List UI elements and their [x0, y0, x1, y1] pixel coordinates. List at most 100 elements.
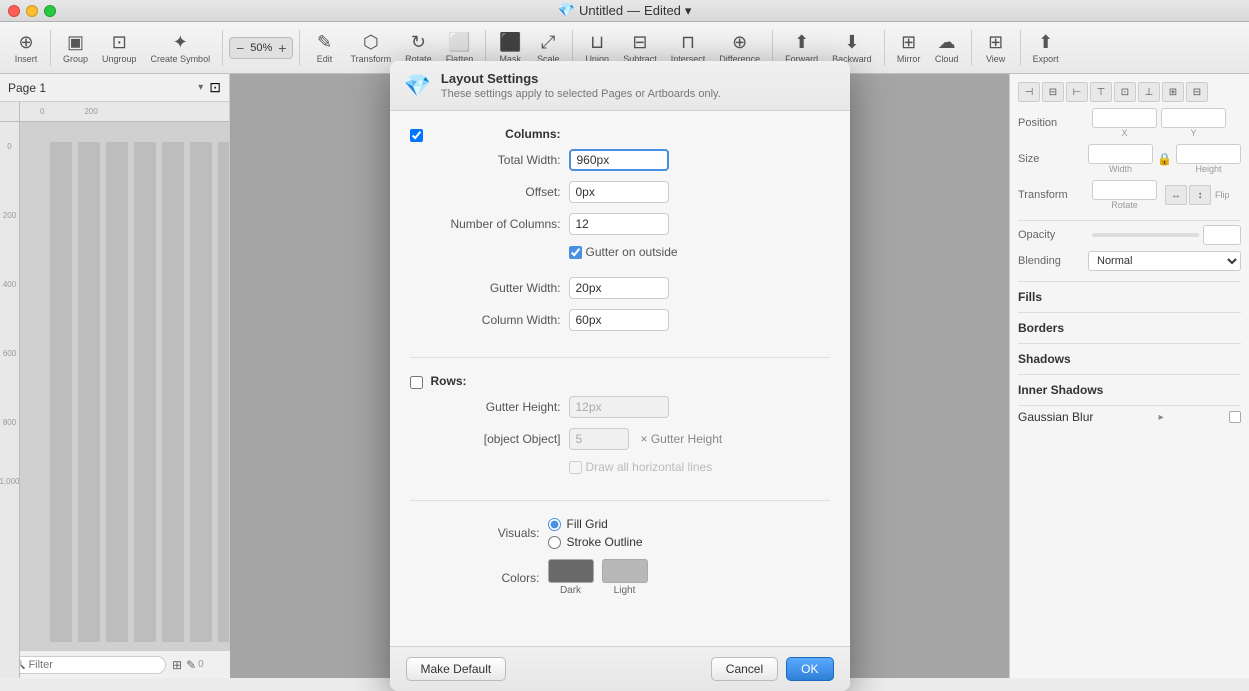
shadows-section[interactable]: Shadows: [1018, 348, 1241, 370]
canvas-area[interactable]: 0200 02004006008001,000: [0, 102, 229, 678]
stroke-outline-radio[interactable]: [548, 536, 561, 549]
align-top-button[interactable]: ⊤: [1090, 82, 1112, 102]
document-edited: —: [627, 3, 640, 18]
columns-checkbox[interactable]: [410, 129, 423, 142]
filter-input[interactable]: [28, 659, 138, 671]
page-menu-icon[interactable]: ▾: [198, 82, 203, 93]
height-label: Height: [1195, 164, 1221, 174]
window-controls[interactable]: [8, 5, 56, 17]
align-bottom-button[interactable]: ⊥: [1138, 82, 1160, 102]
maximize-button[interactable]: [44, 5, 56, 17]
row-height-input[interactable]: [569, 428, 629, 450]
flip-v-button[interactable]: ↕: [1189, 185, 1211, 205]
rotate-input[interactable]: [1092, 180, 1157, 200]
fills-section[interactable]: Fills: [1018, 286, 1241, 308]
draw-horizontal-checkbox[interactable]: [569, 461, 582, 474]
position-row: Position X Y: [1018, 108, 1241, 138]
title-chevron[interactable]: ▾: [685, 3, 692, 19]
make-default-button[interactable]: Make Default: [406, 657, 507, 681]
rows-checkbox[interactable]: [410, 376, 423, 389]
gaussian-blur-label: Gaussian Blur: [1018, 410, 1093, 424]
color-swatches: Dark Light: [548, 559, 648, 596]
distribute-v-button[interactable]: ⊟: [1186, 82, 1208, 102]
columns-fields: Columns: Total Width: Offset:: [431, 127, 830, 341]
opacity-slider[interactable]: [1092, 233, 1199, 237]
toolbar-edit[interactable]: ✎ Edit: [306, 28, 342, 68]
total-width-input[interactable]: [569, 149, 669, 171]
panel-divider-1: [1018, 220, 1241, 221]
stroke-outline-label: Stroke Outline: [567, 535, 643, 549]
dark-color-swatch[interactable]: [548, 559, 594, 583]
modal-action-buttons: Cancel OK: [711, 657, 834, 681]
gaussian-blur-checkbox[interactable]: [1229, 411, 1241, 423]
gaussian-chevron-icon[interactable]: ▸: [1159, 412, 1164, 423]
distribute-h-button[interactable]: ⊞: [1162, 82, 1184, 102]
modal-subtitle: These settings apply to selected Pages o…: [441, 88, 721, 100]
zoom-in-button[interactable]: +: [276, 40, 288, 56]
gutter-on-outside-checkbox[interactable]: [569, 246, 582, 259]
number-of-columns-input[interactable]: [569, 213, 669, 235]
align-center-v-button[interactable]: ⊡: [1114, 82, 1136, 102]
fill-grid-option[interactable]: Fill Grid: [548, 517, 643, 531]
height-input[interactable]: [1176, 144, 1241, 164]
gutter-width-input[interactable]: [569, 277, 669, 299]
align-center-h-button[interactable]: ⊟: [1042, 82, 1064, 102]
cancel-button[interactable]: Cancel: [711, 657, 778, 681]
opacity-input[interactable]: [1203, 225, 1241, 245]
columns-label: Columns:: [431, 127, 561, 141]
ok-button[interactable]: OK: [786, 657, 833, 681]
zoom-level: 50%: [246, 42, 276, 54]
total-width-label: Total Width:: [431, 153, 561, 167]
minimize-button[interactable]: [26, 5, 38, 17]
borders-section[interactable]: Borders: [1018, 317, 1241, 339]
zoom-out-button[interactable]: −: [234, 40, 246, 56]
fill-grid-radio[interactable]: [548, 518, 561, 531]
artboard-preview: [50, 142, 229, 642]
column-width-label: Column Width:: [431, 313, 561, 327]
modal-body: Columns: Total Width: Offset:: [390, 111, 850, 646]
stroke-outline-option[interactable]: Stroke Outline: [548, 535, 643, 549]
toolbar-separator-7: [884, 30, 885, 66]
flip-h-button[interactable]: ↔: [1165, 185, 1187, 205]
toolbar-ungroup[interactable]: ⊡ Ungroup: [96, 28, 143, 68]
search-box[interactable]: 🔍: [6, 656, 166, 674]
canvas-content[interactable]: [20, 122, 229, 678]
opacity-label: Opacity: [1018, 229, 1088, 241]
forward-icon: ⬆: [794, 32, 809, 53]
layer-settings-icon[interactable]: ✎: [186, 658, 196, 672]
x-input[interactable]: [1092, 108, 1157, 128]
y-input[interactable]: [1161, 108, 1226, 128]
modal-overlay: 💎 Layout Settings These settings apply t…: [230, 74, 1009, 678]
close-button[interactable]: [8, 5, 20, 17]
toolbar-mirror[interactable]: ⊞ Mirror: [891, 28, 927, 68]
toolbar-cloud[interactable]: ☁ Cloud: [929, 28, 965, 68]
panel-divider-6: [1018, 405, 1241, 406]
align-left-button[interactable]: ⊣: [1018, 82, 1040, 102]
aspect-lock-icon[interactable]: 🔒: [1157, 152, 1172, 166]
light-swatch-item: Light: [602, 559, 648, 596]
size-label: Size: [1018, 153, 1084, 165]
page-toggle-icon[interactable]: ⊡: [209, 79, 221, 96]
column-width-input[interactable]: [569, 309, 669, 331]
toolbar-insert[interactable]: ⊕ Insert: [8, 28, 44, 68]
toolbar-view[interactable]: ⊞ View: [978, 28, 1014, 68]
page-header: Page 1 ▾ ⊡: [0, 74, 229, 102]
toolbar-group[interactable]: ▣ Group: [57, 28, 94, 68]
gutter-height-input[interactable]: [569, 396, 669, 418]
toolbar-separator-3: [299, 30, 300, 66]
gutter-on-outside-label[interactable]: Gutter on outside: [569, 245, 678, 259]
zoom-control[interactable]: − 50% +: [229, 37, 293, 59]
app-icon: 💎: [558, 2, 575, 19]
offset-input[interactable]: [569, 181, 669, 203]
gutter-on-outside-text: Gutter on outside: [586, 245, 678, 259]
toolbar-export[interactable]: ⬆ Export: [1027, 28, 1065, 68]
toolbar-transform[interactable]: ⬡ Transform: [344, 28, 397, 68]
inner-shadows-section[interactable]: Inner Shadows: [1018, 379, 1241, 401]
align-right-button[interactable]: ⊢: [1066, 82, 1088, 102]
width-input[interactable]: [1088, 144, 1153, 164]
blending-select[interactable]: Normal: [1088, 251, 1241, 271]
toolbar-create-symbol[interactable]: ✦ Create Symbol: [145, 28, 217, 68]
width-input-group: Width: [1088, 144, 1153, 174]
layer-action-icon[interactable]: ⊞: [172, 658, 182, 672]
light-color-swatch[interactable]: [602, 559, 648, 583]
